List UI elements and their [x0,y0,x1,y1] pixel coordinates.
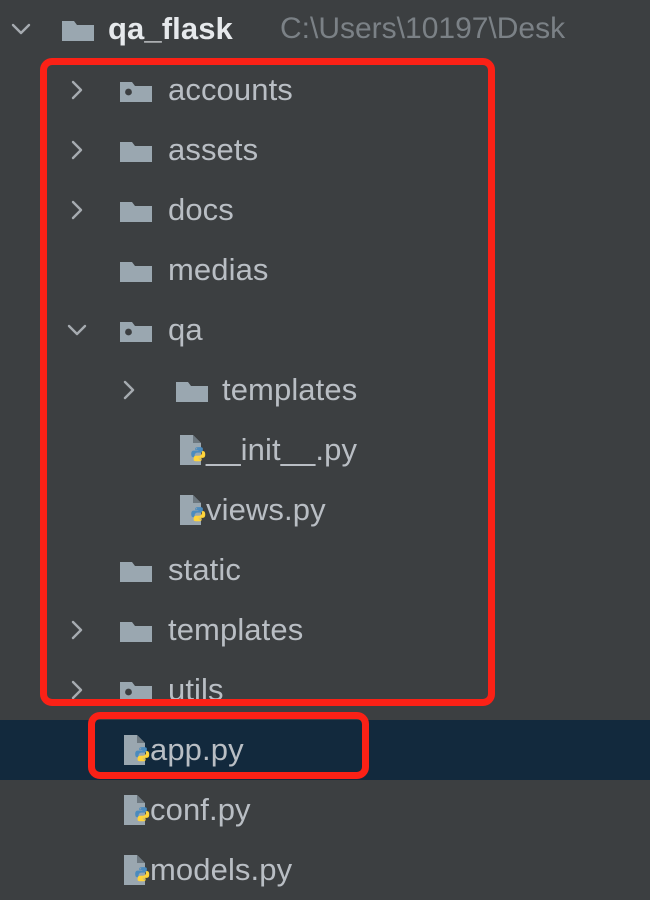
tree-row[interactable]: __init__.py [0,420,650,480]
chevron-right-icon[interactable] [64,617,90,643]
folder-icon [116,130,156,170]
chevron-down-icon[interactable] [8,16,34,42]
folder-icon [58,9,98,49]
tree-row-label: qa [168,312,203,347]
chevron-right-icon[interactable] [64,677,90,703]
tree-row[interactable]: assets [0,120,650,180]
tree-row-label: views.py [206,492,326,527]
tree-row-label: conf.py [150,792,251,827]
tree-row-label: templates [168,612,304,647]
tree-row-label: templates [222,372,358,407]
tree-row-label: app.py [150,732,244,767]
chevron-right-icon[interactable] [64,77,90,103]
tree-row-project-root[interactable]: qa_flask C:\Users\10197\Desk [0,0,650,59]
tree-row[interactable]: views.py [0,480,650,540]
folder-icon [116,190,156,230]
tree-row[interactable]: conf.py [0,780,650,840]
tree-row-label: accounts [168,72,293,107]
tree-row-label: utils [168,672,224,707]
folder-icon [116,610,156,650]
project-tree[interactable]: qa_flask C:\Users\10197\Desk accounts asset… [0,0,650,900]
tree-row-label: static [168,552,241,587]
tree-row-label: docs [168,192,234,227]
chevron-right-icon[interactable] [116,377,142,403]
chevron-down-icon[interactable] [64,317,90,343]
folder-source-root-icon [116,670,156,710]
folder-icon [116,550,156,590]
tree-row[interactable]: accounts [0,60,650,120]
tree-row[interactable]: docs [0,180,650,240]
tree-row[interactable]: utils [0,660,650,720]
folder-icon [116,250,156,290]
tree-row[interactable]: templates [0,360,650,420]
tree-row[interactable]: templates [0,600,650,660]
tree-row[interactable]: static [0,540,650,600]
tree-row[interactable]: qa [0,300,650,360]
tree-row[interactable]: app.py [0,720,650,780]
tree-row[interactable]: medias [0,240,650,300]
folder-source-root-icon [116,310,156,350]
folder-icon [172,370,212,410]
project-root-label: qa_flask [108,11,233,46]
folder-source-root-icon [116,70,156,110]
tree-row-label: assets [168,132,259,167]
tree-row-label: models.py [150,852,293,887]
tree-row-label: medias [168,252,269,287]
tree-row[interactable]: models.py [0,840,650,900]
chevron-right-icon[interactable] [64,137,90,163]
tree-row-label: __init__.py [206,432,358,467]
chevron-right-icon[interactable] [64,197,90,223]
project-root-path: C:\Users\10197\Desk [280,12,566,45]
